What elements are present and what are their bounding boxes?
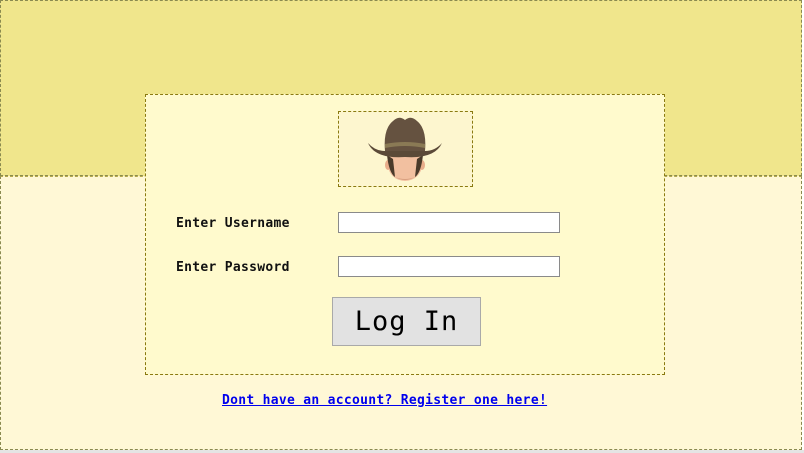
- register-link[interactable]: Dont have an account? Register one here!: [222, 393, 547, 408]
- avatar-frame: [338, 111, 473, 187]
- username-input[interactable]: [338, 212, 560, 233]
- login-panel: Enter Username Enter Password Log In: [145, 94, 665, 375]
- username-label: Enter Username: [176, 216, 290, 231]
- password-input[interactable]: [338, 256, 560, 277]
- login-button[interactable]: Log In: [332, 297, 481, 346]
- password-label: Enter Password: [176, 260, 290, 275]
- cowboy-avatar-icon: [368, 117, 442, 181]
- login-page: Enter Username Enter Password Log In Don…: [0, 0, 804, 453]
